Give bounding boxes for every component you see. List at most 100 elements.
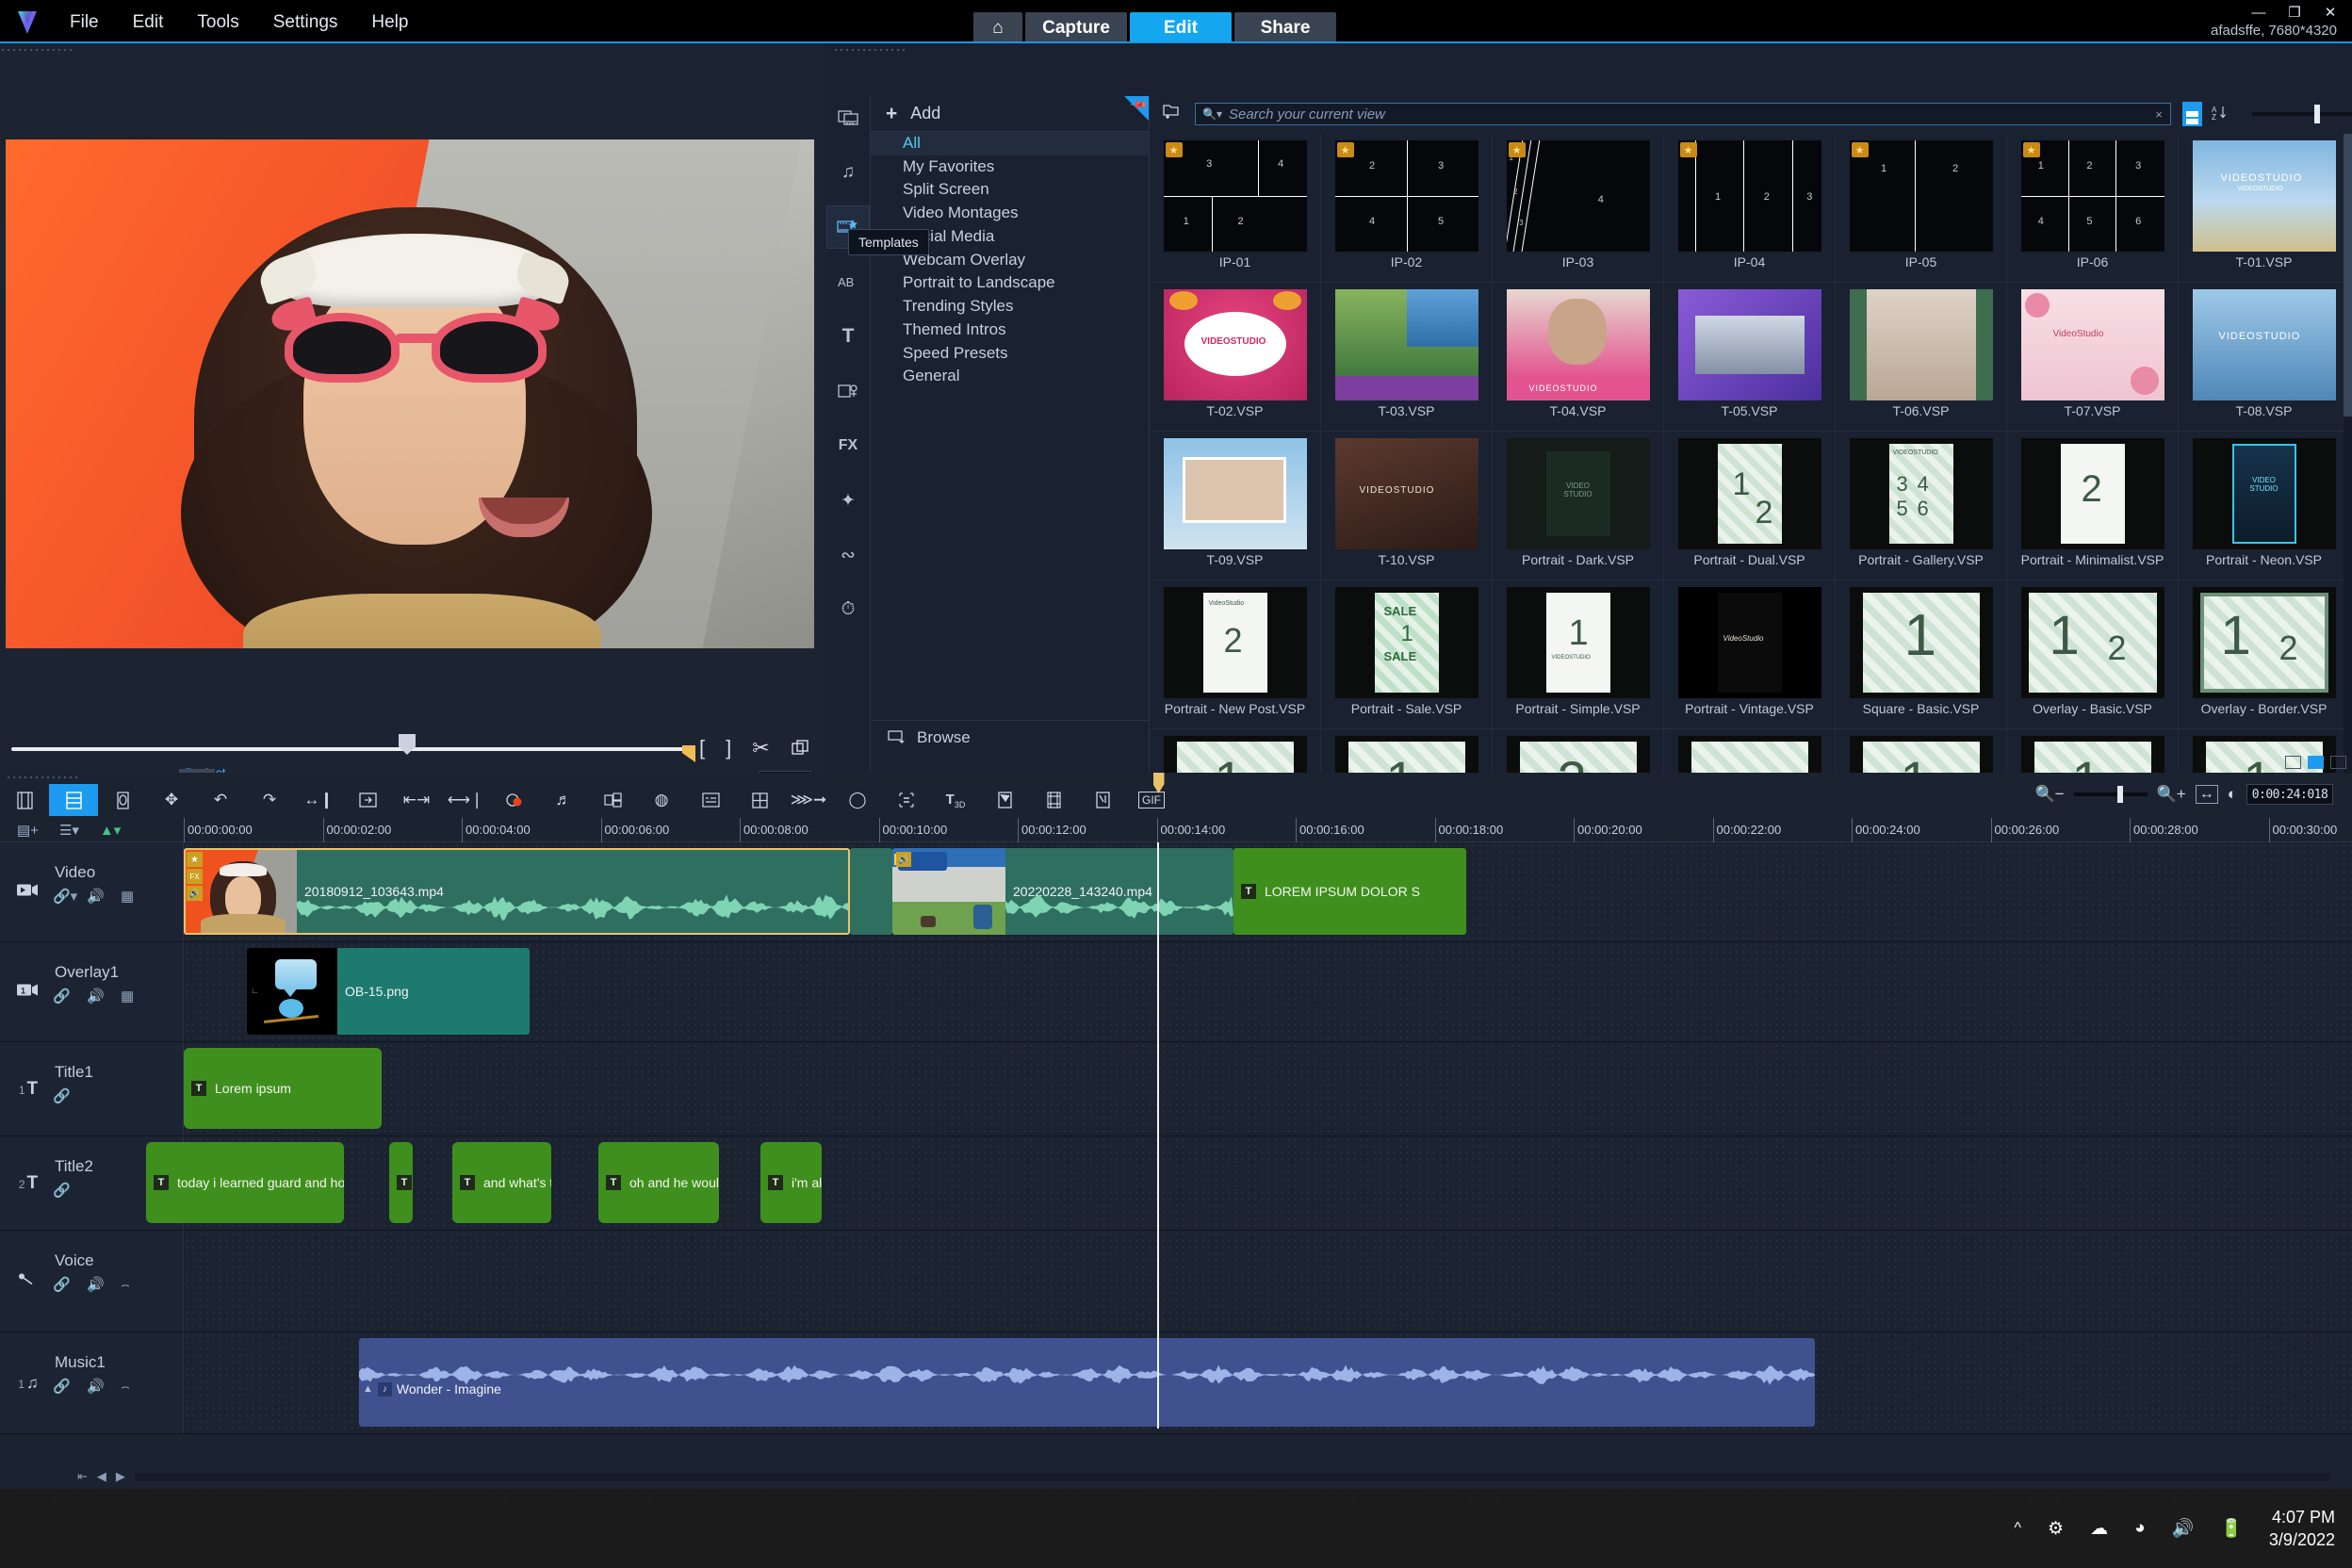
view-mode-button[interactable]	[2181, 102, 2203, 126]
thumbnail-size-slider[interactable]	[2252, 105, 2352, 123]
track-header[interactable]: 1 T Title1 🔗	[0, 1042, 184, 1135]
search-clear-icon[interactable]: ×	[2155, 107, 2163, 122]
graphic-icon[interactable]	[826, 369, 870, 413]
chroma-key-icon[interactable]	[1029, 784, 1078, 816]
template-cell[interactable]: VIDEOSTUDIO T-08.VSP	[2179, 283, 2350, 432]
fullscreen-button[interactable]	[2330, 756, 2346, 769]
track-link-icon[interactable]: 🔗	[53, 1182, 87, 1199]
template-cell[interactable]: VIDEOSTUDIO T-10.VSP	[1321, 432, 1493, 580]
template-cell[interactable]: 1	[1321, 729, 1493, 773]
template-thumbnail[interactable]: VideoStudio 2	[1163, 587, 1307, 698]
ripple-right-icon[interactable]: ⟷❘	[441, 784, 490, 816]
template-thumbnail[interactable]: VIDEOSTUDIO	[2192, 438, 2336, 549]
gif-icon[interactable]: GIF	[1127, 784, 1176, 816]
motion-icon[interactable]: ✦	[826, 479, 870, 522]
wifi-icon[interactable]: ◕	[2134, 1518, 2145, 1539]
undo-icon[interactable]: ↶	[196, 784, 245, 816]
add-track-icon[interactable]: ▤+	[17, 822, 39, 839]
track-link-icon[interactable]: 🔗	[53, 1276, 87, 1293]
library-drag-grip[interactable]	[833, 47, 908, 55]
timeline-zoom-slider[interactable]	[2073, 786, 2148, 803]
track-transparency-icon[interactable]: ▦	[121, 888, 155, 905]
render-preview-icon[interactable]	[343, 784, 392, 816]
template-thumbnail[interactable]: VIDEOSTUDIO	[1506, 289, 1650, 400]
zoom-slider-knob[interactable]	[2116, 786, 2123, 803]
template-cell[interactable]: 1	[1836, 729, 2007, 773]
menu-settings[interactable]: Settings	[256, 8, 355, 37]
volume-icon[interactable]: 🔊	[2172, 1517, 2195, 1540]
template-cell[interactable]: SALE SALE 1 Portrait - Sale.VSP	[1321, 580, 1493, 729]
color-correct-icon[interactable]	[490, 784, 539, 816]
template-thumbnail[interactable]	[1334, 289, 1478, 400]
template-cell[interactable]: T-03.VSP	[1321, 283, 1493, 432]
speed-icon-tl[interactable]: ⋙➞	[784, 784, 833, 816]
track-header[interactable]: Video 🔗▾ 🔊 ▦	[0, 842, 184, 941]
timeline-clip[interactable]: Ttoday i learned guard and how do they m…	[146, 1142, 344, 1223]
timeline-drag-grip[interactable]	[6, 775, 81, 782]
track-link-icon[interactable]: 🔗	[53, 988, 87, 1004]
template-thumbnail[interactable]: 12	[1677, 438, 1821, 549]
search-input[interactable]: 🔍▾ Search your current view ×	[1195, 103, 2171, 125]
list-view-button[interactable]	[2308, 756, 2324, 769]
category-split-screen[interactable]: Split Screen	[871, 178, 1149, 202]
track-manager-icon[interactable]	[882, 784, 931, 816]
template-thumbnail[interactable]	[1849, 289, 1993, 400]
audio-duck-icon[interactable]: ♬	[539, 784, 588, 816]
onedrive-icon[interactable]: ☁	[2090, 1518, 2108, 1540]
template-cell[interactable]: T-09.VSP	[1150, 432, 1321, 580]
motion-track-icon[interactable]: ◍	[637, 784, 686, 816]
category-all[interactable]: All	[871, 132, 1149, 155]
template-cell[interactable]: VIDEOSTUDIO T-04.VSP	[1493, 283, 1664, 432]
category-speed-presets[interactable]: Speed Presets	[871, 342, 1149, 366]
track-link-icon[interactable]: 🔗	[53, 1378, 87, 1395]
grid-view-button[interactable]	[2285, 756, 2301, 769]
mark-out-button[interactable]: ]	[726, 736, 731, 760]
cut-clip-icon[interactable]: ✂	[752, 736, 769, 760]
ripple-left-icon[interactable]: ⇤⇥	[392, 784, 441, 816]
template-cell[interactable]: 1 2 3 4 ★ IP-03	[1493, 134, 1664, 283]
zoom-out-icon[interactable]: 🔍−	[2035, 785, 2065, 804]
timeline-clip[interactable]: ★ FX 🔊 20180912_103643.mp4	[184, 848, 850, 935]
favorite-star-icon[interactable]: ★	[1851, 142, 1869, 157]
timeline-clip[interactable]: Toh and he would grow client	[598, 1142, 719, 1223]
minimize-button[interactable]: —	[2250, 5, 2267, 21]
template-cell[interactable]: 3 4 1 2 ★ IP-01	[1150, 134, 1321, 283]
template-thumbnail[interactable]: VIDEOSTUDIO VIDEOSTUDIO	[2192, 140, 2336, 252]
menu-help[interactable]: Help	[354, 8, 425, 37]
template-cell[interactable]: 1	[2007, 729, 2179, 773]
title-icon[interactable]: T	[826, 315, 870, 358]
timeline-track[interactable]: 2T Title2 🔗 Ttoday i learned guard and how …	[0, 1136, 2352, 1231]
track-mute-icon[interactable]: 🔊	[87, 1378, 121, 1395]
template-cell[interactable]: VIDEO STUDIO Portrait - Neon.VSP	[2179, 432, 2350, 580]
snapshot-icon[interactable]	[791, 739, 809, 758]
close-button[interactable]: ✕	[2322, 4, 2339, 21]
timeline-track[interactable]: Voice 🔗 🔊 ⌢	[0, 1231, 2352, 1332]
timeline-clip[interactable]: T Lorem ipsum	[184, 1048, 382, 1129]
template-cell[interactable]: VideoStudio Portrait - Vintage.VSP	[1664, 580, 1836, 729]
timeline-view-icon[interactable]	[49, 784, 98, 816]
transform-icon[interactable]	[1078, 784, 1127, 816]
storyboard-view-icon[interactable]	[0, 784, 49, 816]
fit-timeline-icon[interactable]: ↔	[2195, 785, 2218, 804]
track-volume-curve-icon[interactable]: ⌢	[121, 1277, 155, 1293]
template-cell[interactable]: VIDEOSTUDIO T-02.VSP	[1150, 283, 1321, 432]
template-cell[interactable]: 2	[1493, 729, 1664, 773]
add-marker-icon[interactable]: ▲▾	[100, 822, 121, 839]
template-cell[interactable]: VIDEO STUDIO Portrait - Dark.VSP	[1493, 432, 1664, 580]
template-thumbnail[interactable]: 12	[2192, 587, 2336, 698]
subtitle-icon[interactable]	[686, 784, 735, 816]
category-video-montages[interactable]: Video Montages	[871, 202, 1149, 225]
template-cell[interactable]: 1 2 Overlay - Basic.VSP	[2007, 580, 2179, 729]
track-lane[interactable]: T Lorem ipsum	[184, 1042, 2352, 1135]
template-thumbnail[interactable]: 3 4 1 2 ★	[1163, 140, 1307, 252]
timeline-track[interactable]: Video 🔗▾ 🔊 ▦ ★ FX 🔊 20180912_103643.mp4 🔊 20220…	[0, 842, 2352, 942]
track-link-icon[interactable]: 🔗	[53, 1087, 87, 1104]
template-thumbnail[interactable]: 1	[2020, 736, 2164, 773]
favorite-star-icon[interactable]: ★	[1165, 142, 1183, 157]
template-thumbnail[interactable]: 2	[2020, 438, 2164, 549]
timeline-clip[interactable]: Ti'm all of	[760, 1142, 822, 1223]
template-thumbnail[interactable]: 1 2 3 4 5 6 ★	[2020, 140, 2164, 252]
category-trending-styles[interactable]: Trending Styles	[871, 295, 1149, 318]
preview-scrubber[interactable]	[8, 734, 695, 762]
template-cell[interactable]: 1 2 3 4 5 6 ★ IP-06	[2007, 134, 2179, 283]
